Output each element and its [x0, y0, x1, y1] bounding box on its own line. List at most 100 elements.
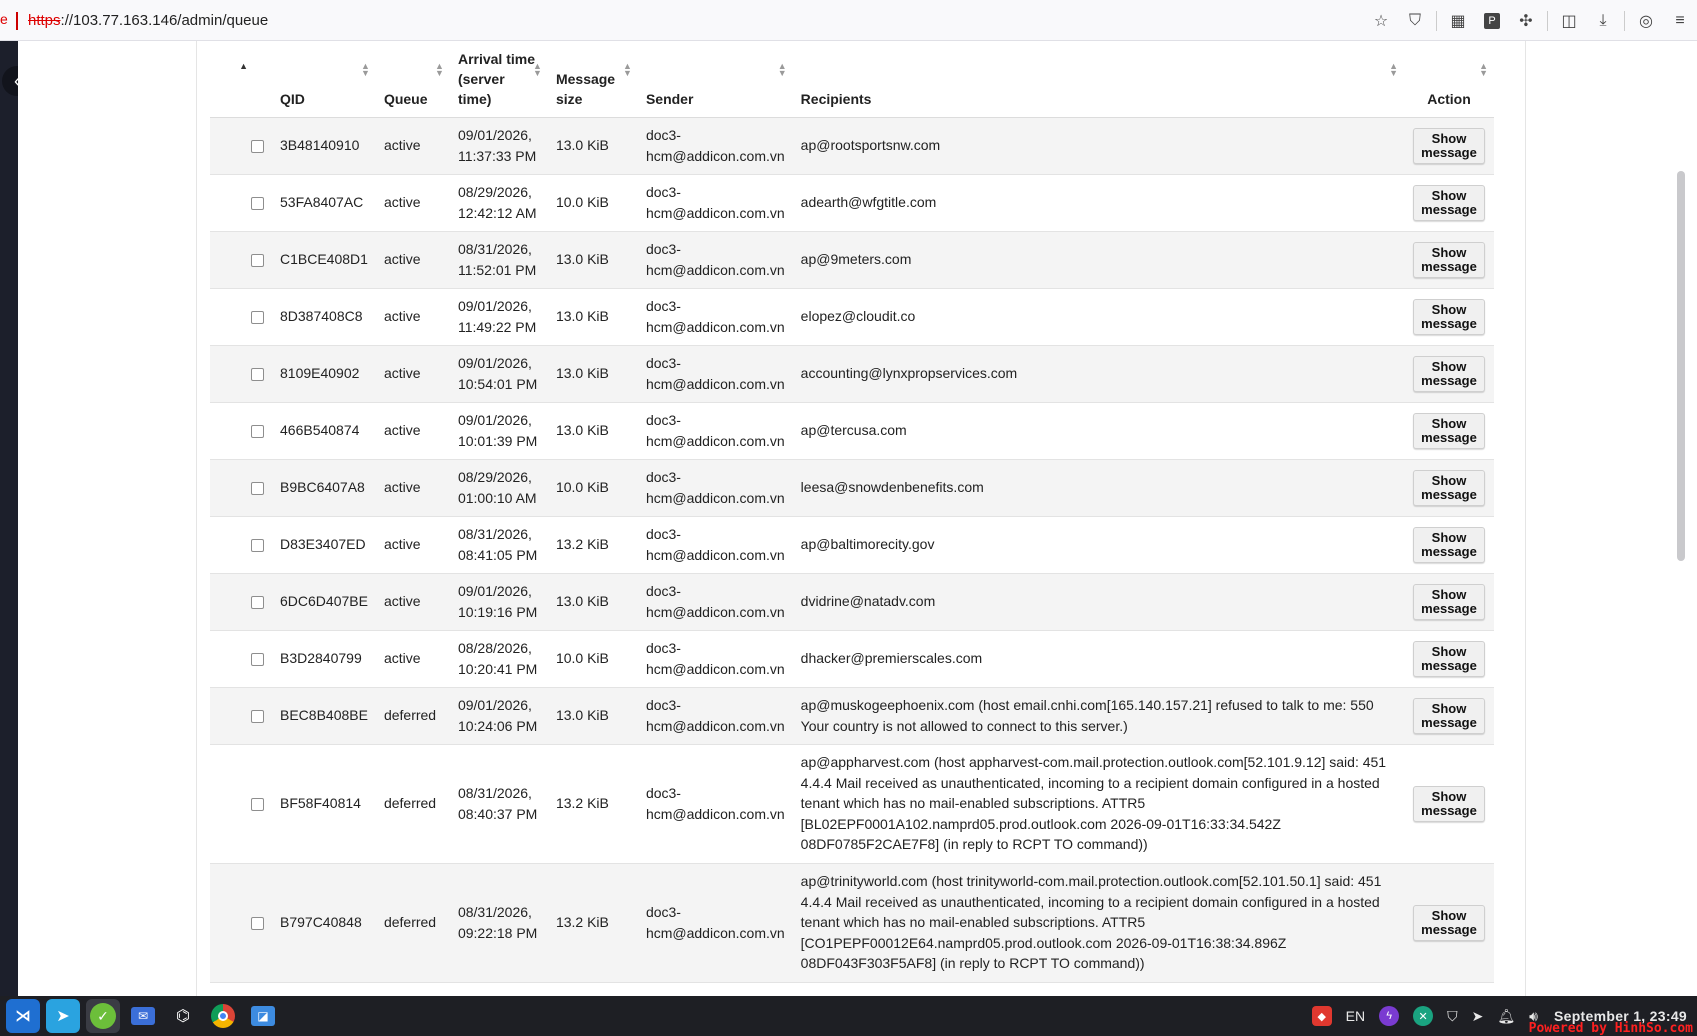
sender-cell: doc3-hcm@addicon.com.vn: [637, 402, 793, 460]
header-queue[interactable]: Queue ▲ ▼: [375, 41, 450, 118]
url-protocol: https: [28, 12, 61, 29]
send-icon[interactable]: ➤: [1472, 1008, 1484, 1025]
show-message-button[interactable]: Show message: [1413, 785, 1485, 822]
header-size[interactable]: Message size ▲ ▼: [547, 41, 638, 118]
header-qid[interactable]: QID ▲ ▼: [272, 41, 376, 118]
p-extension-icon[interactable]: P: [1475, 0, 1509, 41]
shield-icon[interactable]: ⛉: [1398, 0, 1432, 41]
app-icon[interactable]: ✓: [86, 999, 120, 1033]
anydesk-icon[interactable]: ◆: [1311, 1006, 1332, 1026]
action-cell: Show message: [1404, 231, 1494, 289]
scrollbar[interactable]: [1677, 171, 1685, 561]
notification-icon[interactable]: 🔔︎: [1497, 1008, 1515, 1025]
network-app-icon[interactable]: ✕: [1413, 1006, 1434, 1026]
arrival-cell: 08/31/2026, 11:52:01 PM: [449, 231, 548, 289]
show-message-button[interactable]: Show message: [1413, 298, 1485, 335]
sort-icon[interactable]: ▲ ▼: [435, 62, 444, 78]
sort-icon[interactable]: ▲ ▼: [361, 62, 370, 78]
telegram-icon[interactable]: ➤: [46, 999, 80, 1033]
sort-icon[interactable]: ▲ ▼: [533, 62, 542, 78]
show-message-button[interactable]: Show message: [1413, 697, 1485, 734]
action-cell: Show message: [1404, 516, 1494, 574]
taskbar: ⋊ ➤ ✓ ✉ ⌬ ◪ ◆ EN ϟ ✕ ⛉ ➤ 🔔︎ 🔊︎ September…: [0, 996, 1697, 1036]
mail-icon[interactable]: ✉: [126, 999, 160, 1033]
ai-icon[interactable]: ⌬: [166, 999, 200, 1033]
row-checkbox[interactable]: [251, 197, 264, 211]
qr-icon[interactable]: ▦: [1441, 0, 1475, 41]
action-cell: Show message: [1404, 288, 1494, 346]
show-message-button[interactable]: Show message: [1413, 469, 1485, 506]
sort-icon[interactable]: ▲ ▼: [1479, 62, 1488, 78]
header-sender[interactable]: Sender ▲ ▼: [637, 41, 793, 118]
qid-cell: 53FA8407AC: [272, 174, 376, 232]
recipients-cell: ap@rootsportsnw.com: [792, 117, 1404, 175]
sort-icon[interactable]: ▲ ▼: [623, 62, 632, 78]
row-checkbox[interactable]: [251, 368, 264, 382]
url-path: ://103.77.163.146/admin/queue: [60, 12, 269, 29]
qid-cell: 6DC6D407BE: [272, 573, 376, 631]
header-arrival[interactable]: Arrival time (server time) ▲ ▼: [449, 41, 548, 118]
toolbar-icons: ☆ ⛉ ▦ P ✣ ◫ ⤓ ◎ ≡: [1364, 0, 1697, 41]
show-message-button[interactable]: Show message: [1413, 241, 1485, 278]
show-message-button[interactable]: Show message: [1413, 184, 1485, 221]
row-select-cell: [210, 687, 272, 745]
download-icon[interactable]: ⤓: [1586, 0, 1620, 41]
show-message-button[interactable]: Show message: [1413, 412, 1485, 449]
row-checkbox[interactable]: [251, 596, 264, 610]
row-checkbox[interactable]: [251, 539, 264, 553]
row-checkbox[interactable]: [251, 653, 264, 667]
show-message-button[interactable]: Show message: [1413, 640, 1485, 677]
action-cell: Show message: [1404, 402, 1494, 460]
puzzle-icon[interactable]: ✣: [1509, 0, 1543, 41]
arrival-cell: 09/01/2026, 11:37:33 PM: [449, 117, 548, 175]
recipients-cell: ap@trinityworld.com (host trinityworld-c…: [792, 863, 1404, 983]
chrome-icon[interactable]: [206, 999, 240, 1033]
qid-cell: 3B48140910: [272, 117, 376, 175]
queue-cell: active: [375, 459, 450, 517]
remote-icon[interactable]: ◪: [246, 999, 280, 1033]
row-checkbox[interactable]: [251, 254, 264, 268]
row-checkbox[interactable]: [251, 482, 264, 496]
size-cell: 13.0 KiB: [547, 345, 638, 403]
sort-icon[interactable]: ▲ ▼: [1389, 62, 1398, 78]
star-icon[interactable]: ☆: [1364, 0, 1398, 41]
show-message-button[interactable]: Show message: [1413, 583, 1485, 620]
address-bar[interactable]: https://103.77.163.146/admin/queue: [10, 6, 1400, 35]
row-checkbox[interactable]: [251, 140, 264, 154]
row-checkbox[interactable]: [251, 917, 264, 931]
row-checkbox[interactable]: [251, 311, 264, 325]
menu-icon[interactable]: ≡: [1663, 0, 1697, 41]
qid-cell: D83E3407ED: [272, 516, 376, 574]
show-message-button[interactable]: Show message: [1413, 904, 1485, 941]
row-checkbox[interactable]: [251, 798, 264, 812]
header-action[interactable]: Action ▲ ▼: [1404, 41, 1494, 118]
separator: [1436, 10, 1437, 31]
table-header-row: ▲ QID ▲ ▼ Queue ▲ ▼ Arrival time (server tim…: [210, 41, 1494, 118]
sort-icon[interactable]: ▲ ▼: [778, 62, 787, 78]
size-cell: 13.0 KiB: [547, 231, 638, 289]
row-select-cell: [210, 402, 272, 460]
queue-cell: deferred: [375, 687, 450, 745]
url-text[interactable]: https://103.77.163.146/admin/queue: [28, 12, 268, 29]
row-checkbox[interactable]: [251, 425, 264, 439]
recipients-cell: dhacker@premierscales.com: [792, 630, 1404, 688]
row-select-cell: [210, 459, 272, 517]
header-arrival-label: Arrival time (server time): [457, 50, 535, 107]
show-message-button[interactable]: Show message: [1413, 127, 1485, 164]
header-recipients[interactable]: Recipients ▲ ▼: [792, 41, 1404, 118]
language-indicator[interactable]: EN: [1346, 1008, 1365, 1024]
vscode-icon[interactable]: ⋊: [6, 999, 40, 1033]
show-message-button[interactable]: Show message: [1413, 355, 1485, 392]
queue-cell: active: [375, 231, 450, 289]
firefox-icon[interactable]: ϟ: [1379, 1006, 1400, 1026]
row-select-cell: [210, 863, 272, 983]
show-message-button[interactable]: Show message: [1413, 526, 1485, 563]
header-select[interactable]: ▲: [210, 41, 272, 118]
account-icon[interactable]: ◎: [1629, 0, 1663, 41]
table-row: C1BCE408D1 active 08/31/2026, 11:52:01 PM 1…: [210, 231, 1494, 289]
sidebar-icon[interactable]: ◫: [1552, 0, 1586, 41]
row-checkbox[interactable]: [251, 710, 264, 724]
sender-cell: doc3-hcm@addicon.com.vn: [637, 516, 793, 574]
vpn-shield-icon[interactable]: ⛉: [1447, 1008, 1458, 1025]
sort-up-icon[interactable]: ▲: [239, 62, 248, 71]
